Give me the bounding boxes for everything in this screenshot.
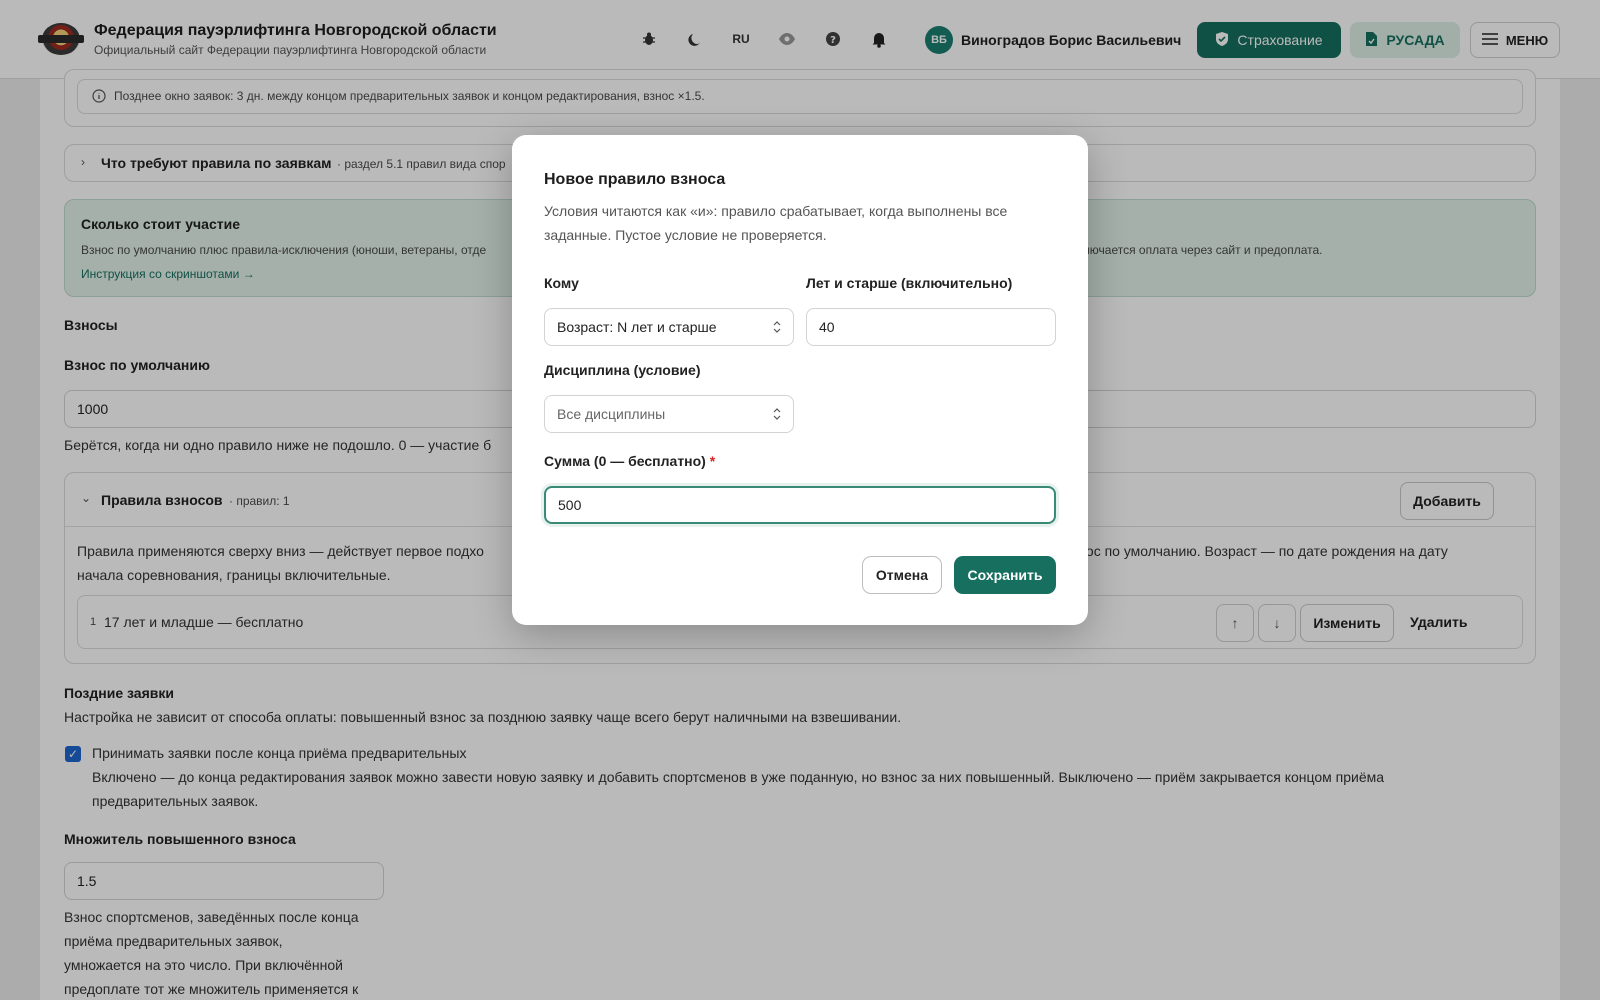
dialog-description: Условия читаются как «и»: правило срабат… [544,203,1008,243]
dialog-title: Новое правило взноса [544,171,726,188]
discipline-label: Дисциплина (условие) [544,362,701,378]
amount-label: Сумма (0 — бесплатно) * [544,453,715,469]
required-mark: * [709,453,716,469]
save-button[interactable]: Сохранить [954,556,1056,594]
chevron-up-down-icon [773,408,781,420]
who-select[interactable]: Возраст: N лет и старше [544,308,794,346]
discipline-select-value: Все дисциплины [557,406,666,422]
new-fee-rule-dialog: Новое правило взноса Условия читаются ка… [512,135,1088,625]
who-label: Кому [544,275,579,291]
cancel-button[interactable]: Отмена [862,556,942,594]
age-input[interactable]: 40 [806,308,1056,346]
chevron-up-down-icon [773,321,781,333]
amount-input[interactable]: 500 [544,486,1056,524]
discipline-select[interactable]: Все дисциплины [544,395,794,433]
age-label: Лет и старше (включительно) [806,275,1013,291]
amount-label-text: Сумма (0 — бесплатно) [544,453,706,469]
who-select-value: Возраст: N лет и старше [557,319,717,335]
